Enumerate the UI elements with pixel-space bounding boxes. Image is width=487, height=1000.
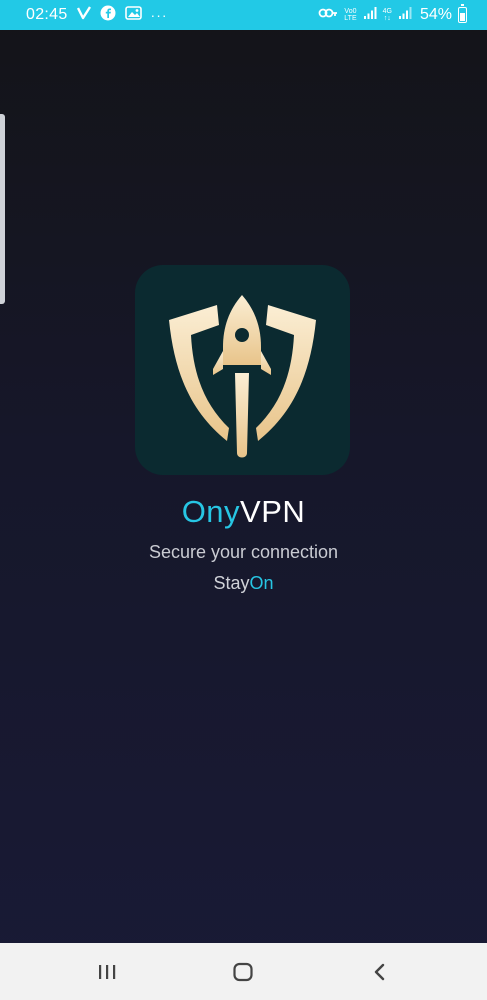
back-button[interactable]	[350, 943, 410, 1000]
status-time: 02:45	[26, 6, 68, 23]
network2-top-label: 4G	[382, 8, 392, 15]
signal-icon-2	[398, 6, 412, 25]
splash-screen: 02:45 ··· Vo0 LTE 4G ↑↓ 54% OnyVPN Secur…	[0, 0, 487, 1000]
back-icon	[374, 963, 385, 980]
gallery-icon	[124, 5, 142, 25]
app-logo	[135, 265, 350, 475]
navigation-bar	[0, 943, 487, 1000]
network-type: Vo0 LTE	[344, 8, 356, 22]
network2-bottom-label: ↑↓	[383, 15, 391, 22]
network-bottom-label: LTE	[344, 15, 357, 22]
facebook-icon	[100, 5, 116, 26]
slogan: StayOn	[0, 573, 487, 594]
edge-panel-handle[interactable]	[0, 114, 5, 304]
status-bar: 02:45 ··· Vo0 LTE 4G ↑↓ 54%	[0, 0, 487, 30]
app-name: OnyVPN	[0, 494, 487, 530]
battery-icon	[458, 4, 467, 23]
battery-fill	[460, 13, 465, 21]
rocket-shield-icon	[169, 295, 316, 458]
status-left: 02:45 ···	[0, 5, 168, 26]
network-top-label: Vo0	[344, 8, 357, 15]
home-icon	[233, 962, 253, 981]
app-name-main: VPN	[240, 494, 306, 529]
tagline: Secure your connection	[148, 542, 339, 562]
recent-apps-icon	[99, 964, 116, 979]
battery-percent: 54%	[419, 6, 452, 23]
signal-icon	[363, 6, 377, 25]
slogan-accent: On	[249, 573, 274, 593]
slogan-main: Stay	[213, 573, 250, 593]
vpn-v-icon	[76, 5, 91, 25]
network-type-2: 4G ↑↓	[383, 8, 392, 22]
more-dots-icon: ···	[150, 7, 168, 23]
app-name-accent: Ony	[181, 494, 241, 529]
key-icon	[318, 6, 338, 24]
recent-apps-button[interactable]	[77, 943, 137, 1000]
status-right: Vo0 LTE 4G ↑↓ 54%	[318, 0, 467, 30]
home-button[interactable]	[213, 943, 273, 1000]
